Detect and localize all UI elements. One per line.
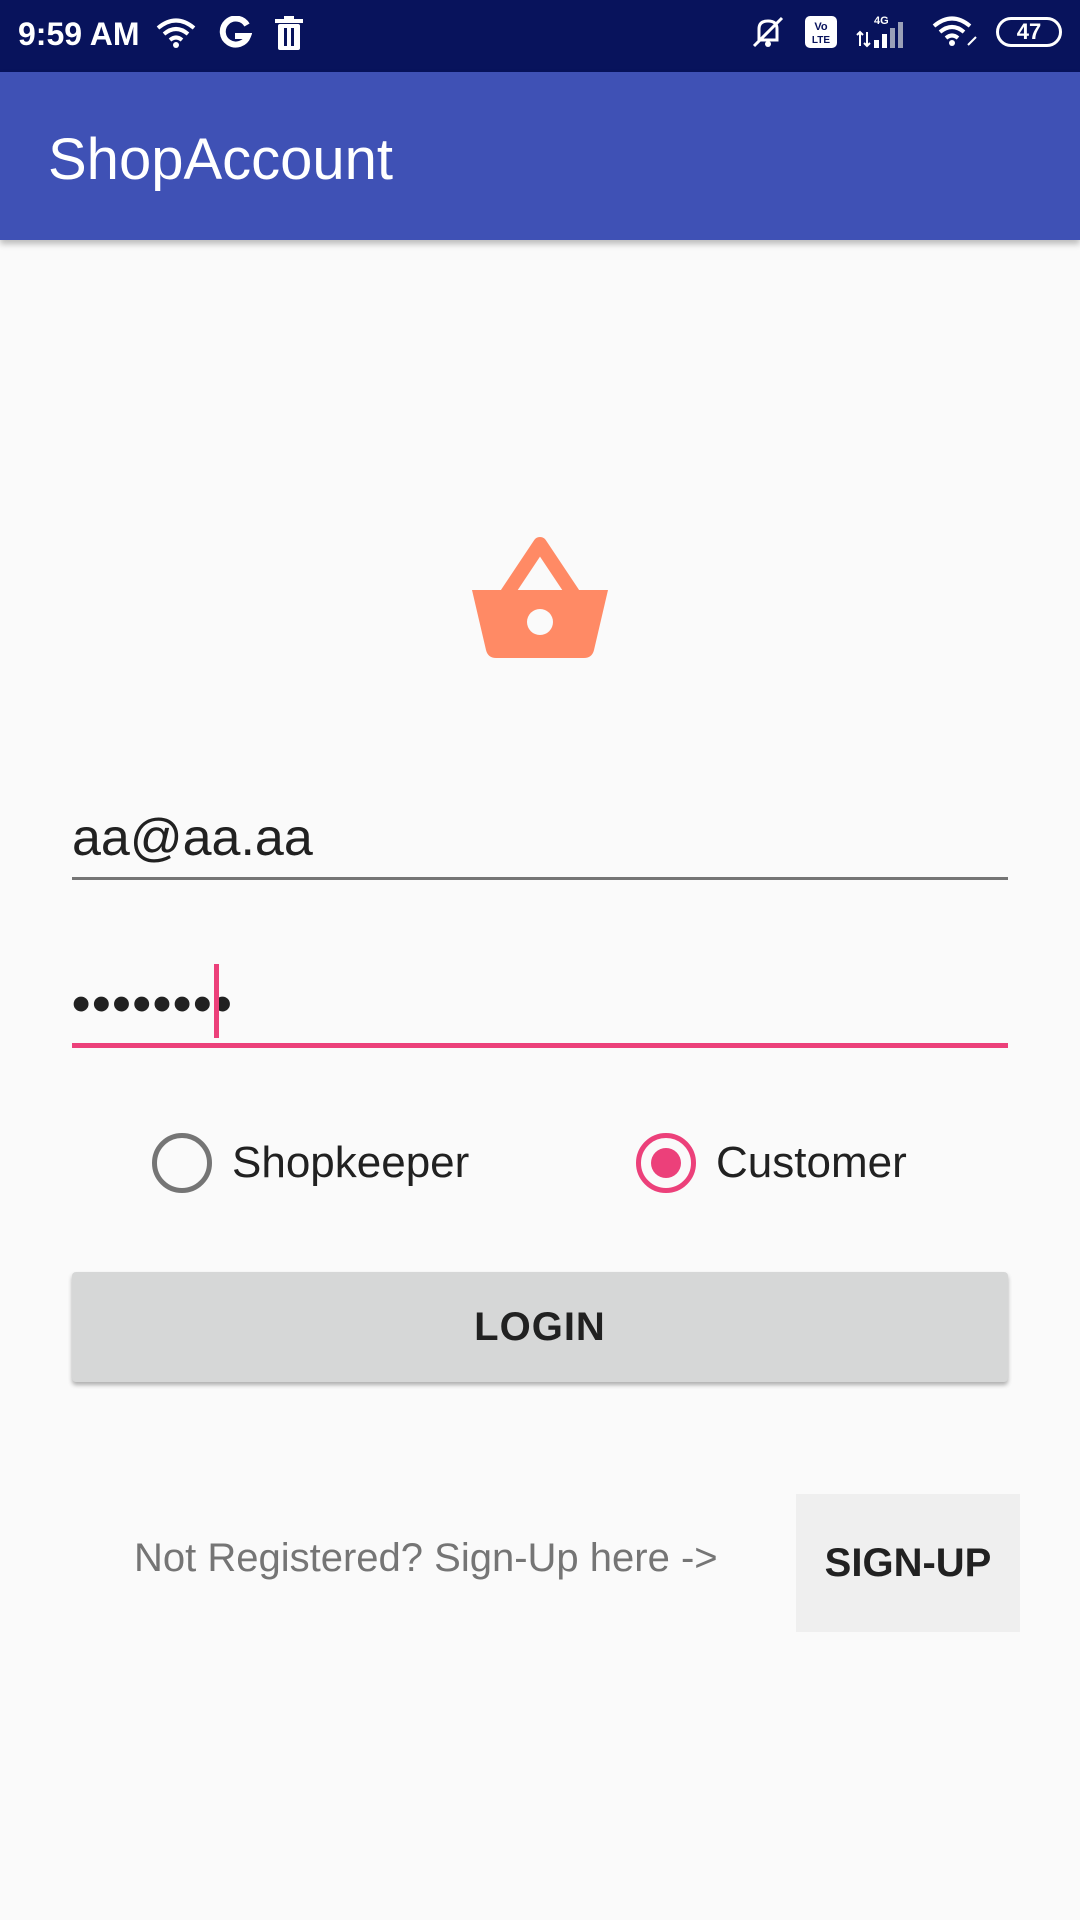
signal-4g-icon: 4G [856,14,914,50]
status-left-icons [156,16,304,50]
signup-prompt: Not Registered? Sign-Up here -> [134,1536,718,1580]
radio-shopkeeper-label: Shopkeeper [232,1138,470,1187]
shopping-basket-icon [468,536,612,664]
status-time: 9:59 AM [18,16,140,52]
radio-shopkeeper[interactable]: Shopkeeper [152,1130,469,1196]
radio-customer[interactable]: Customer [636,1130,907,1196]
radio-unchecked-icon[interactable] [152,1133,212,1193]
svg-text:LTE: LTE [812,35,830,46]
text-cursor [214,964,219,1038]
radio-checked-icon[interactable] [636,1133,696,1193]
app-title: ShopAccount [48,127,394,192]
volte-icon: Vo LTE [804,15,838,49]
password-field[interactable]: •••••••• [72,956,1008,1048]
app-bar: ShopAccount [0,72,1080,240]
login-button[interactable]: LOGIN [72,1272,1008,1382]
signup-button[interactable]: SIGN-UP [796,1494,1020,1632]
email-value: aa@aa.aa [72,809,313,867]
radio-customer-label: Customer [716,1138,907,1187]
trash-icon [274,16,304,50]
mute-icon [750,14,786,50]
status-bar: 9:59 AM Vo LTE 4G 47 [0,0,1080,72]
radio-dot [651,1148,681,1178]
wifi-icon [932,15,978,49]
wifi-icon [156,17,196,49]
svg-text:4G: 4G [874,15,889,27]
password-value: •••••••• [72,975,234,1033]
google-icon [218,16,252,50]
status-right-icons: Vo LTE 4G 47 [750,14,1062,50]
svg-text:Vo: Vo [814,21,828,33]
battery-icon: 47 [996,17,1062,47]
email-field[interactable]: aa@aa.aa [72,800,1008,880]
